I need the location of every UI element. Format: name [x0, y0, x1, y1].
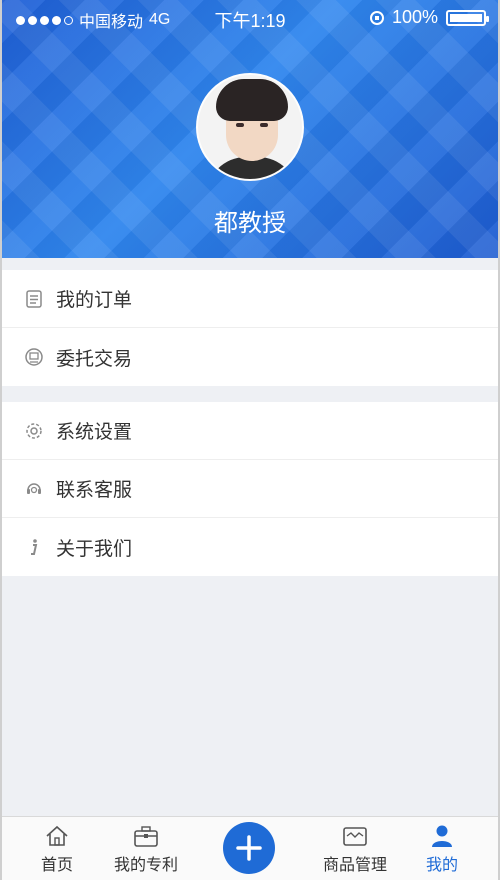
tab-my-patents[interactable]: 我的专利 — [108, 823, 184, 875]
user-name: 都教授 — [214, 210, 286, 237]
menu-item-about-us[interactable]: 关于我们 — [2, 518, 498, 576]
gear-icon — [24, 421, 44, 441]
tab-home[interactable]: 首页 — [34, 823, 80, 875]
tab-label: 我的专利 — [113, 857, 178, 874]
home-icon — [34, 823, 80, 849]
menu-item-label: 关于我们 — [56, 538, 133, 560]
menu-item-label: 联系客服 — [56, 480, 133, 501]
battery-icon — [446, 9, 489, 26]
menu-group-settings: 系统设置 联系客服 关于我们 — [2, 402, 498, 576]
menu-group-orders: 我的订单 委托交易 — [2, 270, 498, 386]
info-icon — [24, 537, 44, 557]
order-list-icon — [24, 289, 44, 309]
tab-label: 我的 — [425, 857, 458, 874]
briefcase-icon — [108, 823, 184, 849]
plus-icon — [236, 835, 262, 861]
menu-item-label: 我的订单 — [56, 290, 133, 311]
menu-item-label: 系统设置 — [56, 422, 133, 443]
tab-label: 商品管理 — [322, 857, 387, 874]
tab-label: 首页 — [40, 857, 73, 874]
tab-goods-management[interactable]: 商品管理 — [316, 823, 394, 875]
rotation-lock-icon — [369, 10, 384, 25]
goods-icon — [316, 823, 394, 849]
entrust-trade-icon — [24, 347, 44, 367]
tab-me[interactable]: 我的 — [420, 823, 464, 875]
status-bar: 中国移动 4G 下午1:19 100% — [0, 0, 500, 34]
menu-item-system-settings[interactable]: 系统设置 — [2, 402, 498, 460]
menu-item-contact-support[interactable]: 联系客服 — [2, 460, 498, 518]
menu-item-entrust-trade[interactable]: 委托交易 — [2, 328, 498, 386]
headset-icon — [24, 479, 44, 499]
menu-item-label: 委托交易 — [56, 348, 133, 370]
menu-item-my-orders[interactable]: 我的订单 — [2, 270, 498, 328]
add-button[interactable] — [223, 822, 275, 874]
person-icon — [420, 823, 464, 849]
avatar[interactable] — [196, 73, 304, 181]
battery-percent: 100% — [391, 7, 438, 27]
profile-header: 中国移动 4G 下午1:19 100% 都教授 — [0, 0, 500, 258]
